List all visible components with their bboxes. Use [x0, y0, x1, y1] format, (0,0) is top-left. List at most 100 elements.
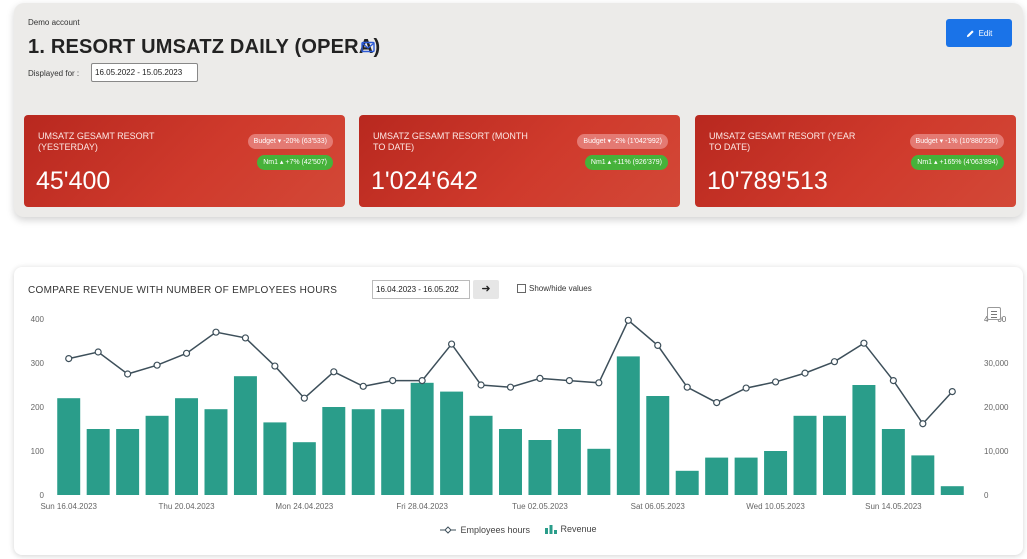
x-axis-tick-label: Fri 28.04.2023 — [396, 502, 448, 511]
employees-hours-point — [624, 316, 632, 324]
kpi-card-year-to-date: UMSATZ GESAMT RESORT (YEAR TO DATE) 10'7… — [695, 115, 1016, 207]
employees-hours-point — [359, 382, 367, 390]
revenue-bar — [587, 448, 611, 495]
right-axis-tick-label: 0 — [984, 491, 989, 500]
employees-hours-point — [418, 376, 426, 385]
revenue-bar — [233, 376, 257, 495]
revenue-bar — [292, 442, 316, 495]
revenue-bar — [675, 470, 699, 495]
employees-hours-point — [271, 362, 279, 370]
employees-hours-point — [948, 387, 956, 396]
revenue-bar — [940, 486, 964, 495]
budget-badge: Budget ▾ -1% (10'880'230) — [909, 134, 1004, 149]
revenue-bar — [616, 356, 640, 495]
employees-hours-point — [830, 358, 839, 366]
left-axis-tick-label: 300 — [31, 359, 45, 368]
kpi-card-month-to-date: UMSATZ GESAMT RESORT (MONTH TO DATE) 1'0… — [359, 115, 680, 207]
revenue-bar — [86, 429, 110, 495]
left-axis-tick-label: 0 — [40, 491, 45, 500]
employees-hours-point — [330, 368, 338, 376]
revenue-bar — [116, 429, 140, 495]
employees-hours-point — [771, 378, 780, 386]
revenue-bar — [381, 409, 405, 495]
employees-hours-point — [241, 334, 250, 342]
date-range-input[interactable]: 16.05.2022 - 15.05.2023 — [91, 63, 198, 82]
employees-hours-point — [801, 369, 809, 377]
employees-hours-point — [683, 383, 691, 391]
revenue-bar — [822, 415, 846, 495]
combo-chart: 0100200300400010,00020,00030,0004 00Sun … — [31, 315, 1009, 511]
report-title: 1. RESORT UMSATZ DAILY (OPERA) — [28, 36, 381, 58]
revenue-bar — [440, 391, 464, 495]
revenue-bar — [852, 385, 876, 495]
revenue-bar — [557, 429, 581, 495]
employees-hours-point — [65, 354, 73, 363]
revenue-bar — [469, 415, 493, 495]
account-name: Demo account — [28, 18, 80, 27]
employees-hours-point — [212, 328, 220, 336]
envelope-icon[interactable] — [361, 41, 375, 53]
kpi-card-yesterday: UMSATZ GESAMT RESORT (YESTERDAY) 45'400 … — [24, 115, 345, 207]
left-axis-tick-label: 100 — [31, 447, 45, 456]
bar-chart-icon — [544, 525, 557, 534]
revenue-bar — [646, 396, 670, 495]
revenue-bar — [57, 398, 81, 495]
edit-button-label: Edit — [978, 28, 993, 38]
right-axis-tick-label: 30,000 — [984, 359, 1009, 368]
revenue-bar — [263, 422, 287, 495]
revenue-bar — [499, 429, 522, 495]
employees-hours-line — [68, 319, 953, 425]
x-axis-tick-label: Sun 16.04.2023 — [40, 502, 97, 511]
employees-hours-point — [919, 420, 927, 428]
revenue-bar — [351, 409, 375, 495]
employees-hours-point — [506, 383, 515, 391]
revenue-bar — [322, 407, 346, 495]
edit-button[interactable]: Edit — [946, 19, 1012, 47]
x-axis-tick-label: Thu 20.04.2023 — [159, 502, 216, 511]
revenue-bar — [175, 398, 199, 495]
legend-label: Revenue — [560, 524, 597, 534]
nm1-badge: Nm1 ▴ +165% (4'063'894) — [911, 155, 1004, 170]
revenue-bar — [793, 415, 817, 495]
legend-item-employees-hours[interactable]: Employees hours — [440, 525, 530, 535]
employees-hours-point — [124, 370, 132, 378]
pencil-icon — [966, 29, 974, 37]
chart-legend: Employees hours Revenue — [14, 524, 1023, 536]
x-axis-tick-label: Wed 10.05.2023 — [746, 502, 805, 511]
revenue-bar — [528, 440, 552, 495]
x-axis-tick-label: Sat 06.05.2023 — [631, 502, 686, 511]
legend-label: Employees hours — [460, 525, 530, 535]
revenue-bar — [145, 415, 169, 495]
kpi-value: 10'789'513 — [707, 167, 828, 195]
employees-hours-point — [153, 361, 161, 369]
employees-hours-point — [536, 374, 544, 383]
budget-badge: Budget ▾ -2% (1'042'992) — [577, 134, 668, 149]
legend-item-revenue[interactable]: Revenue — [544, 524, 597, 534]
x-axis-tick-label: Mon 24.04.2023 — [275, 502, 333, 511]
kpi-value: 1'024'642 — [371, 167, 478, 195]
right-axis-tick-label: 10,000 — [984, 447, 1009, 456]
budget-badge: Budget ▾ -20% (63'533) — [247, 134, 333, 149]
kpi-value: 45'400 — [36, 167, 111, 195]
revenue-bar — [734, 457, 758, 495]
x-axis-tick-label: Sun 14.05.2023 — [865, 502, 922, 511]
employees-hours-point — [447, 340, 456, 348]
revenue-bar — [911, 455, 935, 495]
revenue-chart-panel: COMPARE REVENUE WITH NUMBER OF EMPLOYEES… — [14, 267, 1023, 555]
revenue-bar — [764, 451, 788, 495]
revenue-bar — [705, 457, 729, 495]
revenue-bar — [204, 409, 228, 495]
kpi-label: UMSATZ GESAMT RESORT (YESTERDAY) — [38, 131, 155, 152]
nm1-badge: Nm1 ▴ +7% (42'507) — [257, 155, 333, 170]
employees-hours-point — [565, 376, 574, 385]
left-axis-tick-label: 200 — [31, 403, 45, 412]
employees-hours-point — [889, 376, 897, 385]
chart-menu-icon[interactable] — [987, 307, 1001, 320]
employees-hours-point — [94, 348, 102, 356]
displayed-for-label: Displayed for : — [28, 69, 80, 78]
kpi-label: UMSATZ GESAMT RESORT (YEAR TO DATE) — [709, 131, 856, 152]
employees-hours-point — [389, 376, 397, 385]
employees-hours-point — [742, 384, 750, 392]
employees-hours-point — [182, 349, 191, 357]
x-axis-tick-label: Tue 02.05.2023 — [512, 502, 568, 511]
